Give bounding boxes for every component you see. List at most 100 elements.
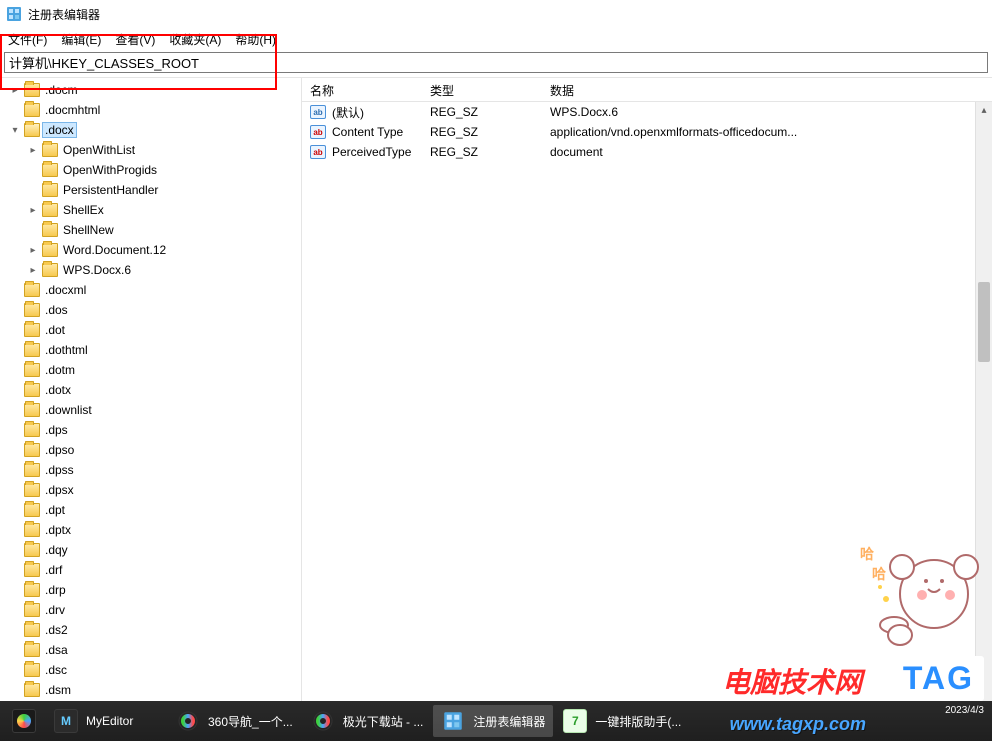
address-input[interactable] xyxy=(4,52,988,73)
tree-item-label: .dqy xyxy=(42,543,71,557)
tree-item[interactable]: ▸.dptx xyxy=(0,520,301,540)
tree-item[interactable]: ▸.dpss xyxy=(0,460,301,480)
titlebar: 注册表编辑器 xyxy=(0,0,992,28)
tree-item[interactable]: ▸.drv xyxy=(0,600,301,620)
taskbar-label: 极光下载站 - ... xyxy=(343,713,424,730)
menu-view[interactable]: 查看(V) xyxy=(115,31,155,48)
taskbar-button[interactable]: 极光下载站 - ... xyxy=(303,705,432,737)
tree-item[interactable]: ▸.dothtml xyxy=(0,340,301,360)
tree-item[interactable]: ▸.dot xyxy=(0,320,301,340)
menu-edit[interactable]: 编辑(E) xyxy=(61,31,101,48)
tree-item[interactable]: ▸.dpso xyxy=(0,440,301,460)
chevron-right-icon[interactable]: ▸ xyxy=(26,243,40,257)
tree-item[interactable]: ▸OpenWithProgids xyxy=(0,160,301,180)
tree-item-label: .dos xyxy=(42,303,71,317)
tree-item-label: Word.Document.12 xyxy=(60,243,169,257)
folder-icon xyxy=(24,343,40,357)
menu-help[interactable]: 帮助(H) xyxy=(235,31,276,48)
folder-icon xyxy=(24,643,40,657)
menu-favorites[interactable]: 收藏夹(A) xyxy=(169,31,221,48)
col-name[interactable]: 名称 xyxy=(302,78,422,101)
chevron-down-icon[interactable]: ▾ xyxy=(8,123,22,137)
scroll-up-icon[interactable]: ▴ xyxy=(976,102,992,119)
tree-item[interactable]: ▸.dos xyxy=(0,300,301,320)
list-row[interactable]: abContent TypeREG_SZapplication/vnd.open… xyxy=(302,122,992,142)
folder-icon xyxy=(24,563,40,577)
tree-item[interactable]: ▸.docxml xyxy=(0,280,301,300)
tree-item[interactable]: ▸.dsa xyxy=(0,640,301,660)
tree-item[interactable]: ▸.dpt xyxy=(0,500,301,520)
tree-item[interactable]: ▸.drf xyxy=(0,560,301,580)
tree-item[interactable]: ▸PersistentHandler xyxy=(0,180,301,200)
value-type: REG_SZ xyxy=(422,143,542,161)
tree-item[interactable]: ▸ WPS.Docx.6 xyxy=(0,260,301,280)
folder-icon xyxy=(42,183,58,197)
tree-item[interactable]: ▸ShellNew xyxy=(0,220,301,240)
tree-item[interactable]: ▸ Word.Document.12 xyxy=(0,240,301,260)
tree-item[interactable]: ▸.dsc xyxy=(0,660,301,680)
app-icon xyxy=(176,709,200,733)
col-data[interactable]: 数据 xyxy=(542,78,992,101)
folder-icon xyxy=(42,203,58,217)
chevron-right-icon[interactable]: ▸ xyxy=(26,203,40,217)
tree-item-label: .dps xyxy=(42,423,71,437)
tree-view[interactable]: ▸.docm▸.docmhtml ▾ .docx ▸OpenWithList▸Open… xyxy=(0,78,302,741)
tree-item-label: .drp xyxy=(42,583,69,597)
tree-item-label: .drf xyxy=(42,563,65,577)
taskbar-button[interactable] xyxy=(4,705,44,737)
taskbar-button[interactable]: 注册表编辑器 xyxy=(433,705,553,737)
scrollbar-vertical[interactable]: ▴ ▾ xyxy=(975,102,992,741)
taskbar-label: 一键排版助手(... xyxy=(595,713,681,730)
folder-icon xyxy=(24,423,40,437)
tree-item[interactable]: ▸.docmhtml xyxy=(0,100,301,120)
chevron-right-icon[interactable]: ▸ xyxy=(26,143,40,157)
tree-item[interactable]: ▸.dps xyxy=(0,420,301,440)
list-row[interactable]: ab(默认)REG_SZWPS.Docx.6 xyxy=(302,102,992,122)
folder-icon xyxy=(24,323,40,337)
value-name: (默认) xyxy=(332,104,364,121)
app-icon: M xyxy=(54,709,78,733)
taskbar[interactable]: MMyEditor360导航_一个... 极光下载站 - ... 注册表编辑器7一键… xyxy=(0,701,992,741)
folder-icon xyxy=(24,583,40,597)
app-icon xyxy=(12,709,36,733)
tree-item-label: WPS.Docx.6 xyxy=(60,263,134,277)
tree-item[interactable]: ▸OpenWithList xyxy=(0,140,301,160)
value-name: PerceivedType xyxy=(332,145,411,159)
tree-item-label: .dsm xyxy=(42,683,74,697)
folder-icon xyxy=(24,543,40,557)
tree-item[interactable]: ▸.dqy xyxy=(0,540,301,560)
tree-item[interactable]: ▸.dpsx xyxy=(0,480,301,500)
tree-item[interactable]: ▸ShellEx xyxy=(0,200,301,220)
tree-item[interactable]: ▸.dsm xyxy=(0,680,301,700)
folder-icon xyxy=(24,483,40,497)
tree-item[interactable]: ▸.ds2 xyxy=(0,620,301,640)
value-data: document xyxy=(542,143,992,161)
tree-item[interactable]: ▸.dotm xyxy=(0,360,301,380)
folder-icon xyxy=(24,303,40,317)
tree-item[interactable]: ▾ .docx xyxy=(0,120,301,140)
tree-item[interactable]: ▸.dotx xyxy=(0,380,301,400)
tree-item-label: .dotm xyxy=(42,363,78,377)
values-panel: 名称 类型 数据 ab(默认)REG_SZWPS.Docx.6abContent… xyxy=(302,78,992,741)
folder-icon xyxy=(24,283,40,297)
tree-item[interactable]: ▸.drp xyxy=(0,580,301,600)
list-body[interactable]: ab(默认)REG_SZWPS.Docx.6abContent TypeREG_… xyxy=(302,102,992,741)
tray-clock[interactable]: 2023/4/3 xyxy=(945,705,984,716)
menu-file[interactable]: 文件(F) xyxy=(8,31,47,48)
chevron-right-icon[interactable]: ▸ xyxy=(8,83,22,97)
tree-item-label: .docx xyxy=(42,122,77,138)
col-type[interactable]: 类型 xyxy=(422,78,542,101)
taskbar-button[interactable]: 360导航_一个... xyxy=(168,705,301,737)
taskbar-button[interactable]: MMyEditor xyxy=(46,705,166,737)
taskbar-button[interactable]: 7一键排版助手(... xyxy=(555,705,689,737)
tree-item-label: .dsc xyxy=(42,663,70,677)
tree-item-label: .dpss xyxy=(42,463,77,477)
scroll-thumb[interactable] xyxy=(978,282,990,362)
tree-item[interactable]: ▸.docm xyxy=(0,80,301,100)
folder-icon xyxy=(42,163,58,177)
tree-item-label: .docxml xyxy=(42,283,89,297)
folder-icon xyxy=(24,603,40,617)
chevron-right-icon[interactable]: ▸ xyxy=(26,263,40,277)
list-row[interactable]: abPerceivedTypeREG_SZdocument xyxy=(302,142,992,162)
tree-item[interactable]: ▸.downlist xyxy=(0,400,301,420)
